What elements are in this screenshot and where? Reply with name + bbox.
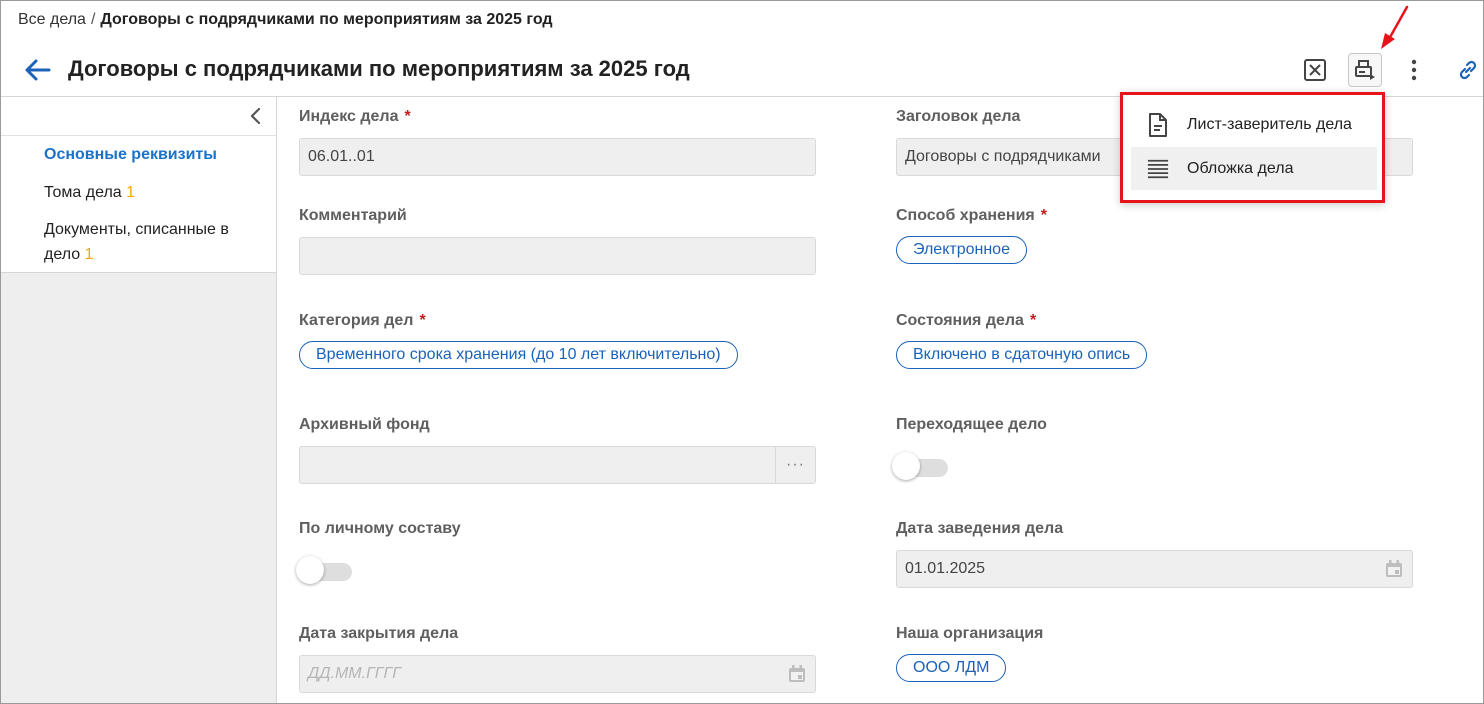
closing-date-label: Дата закрытия дела [299, 625, 459, 642]
menu-item-label: Обложка дела [1187, 159, 1294, 177]
excel-export-button[interactable] [1298, 53, 1332, 87]
personnel-toggle[interactable] [296, 554, 356, 584]
state-label-text: Состояния дела [896, 312, 1024, 329]
required-mark: * [1029, 312, 1037, 329]
sidebar-divider [1, 135, 276, 136]
required-mark: * [419, 312, 426, 329]
excel-icon [1304, 59, 1326, 81]
category-label: Категория дел * [299, 312, 426, 330]
category-label-text: Категория дел [299, 312, 414, 329]
personnel-label: По личному составу [299, 520, 461, 537]
transitional-label: Переходящее дело [896, 416, 1047, 433]
page-header: Договоры с подрядчиками по мероприятиям … [1, 41, 1483, 97]
storage-chip[interactable]: Электронное [896, 236, 1027, 264]
menu-item-label: Лист-заверитель дела [1187, 115, 1352, 133]
more-menu-button[interactable] [1397, 53, 1431, 87]
opening-date-field[interactable]: 01.01.2025 [896, 550, 1413, 588]
comment-field[interactable] [299, 237, 816, 275]
index-field[interactable]: 06.01..01 [299, 138, 816, 176]
count-badge: 1 [126, 184, 136, 201]
opening-date-value: 01.01.2025 [905, 560, 986, 577]
toggle-knob [296, 556, 324, 584]
kebab-icon [1411, 59, 1417, 81]
print-menu: Лист-заверитель дела Обложка дела [1120, 92, 1385, 203]
state-chip[interactable]: Включено в сдаточную опись [896, 341, 1148, 369]
printer-icon [1355, 60, 1375, 80]
arrow-left-icon [25, 59, 51, 81]
archive-fund-label: Архивный фонд [299, 416, 430, 433]
sidebar-item-label: Тома дела [44, 184, 122, 201]
link-icon [1459, 60, 1477, 80]
back-button[interactable] [23, 57, 51, 83]
sidebar-item-label: Документы, списанные в [44, 221, 229, 238]
menu-item-case-certifier[interactable]: Лист-заверитель дела [1131, 103, 1377, 146]
breadcrumb: Все дела / Договоры с подрядчиками по ме… [18, 11, 553, 29]
breadcrumb-current: Договоры с подрядчиками по мероприятиям … [100, 11, 553, 28]
copy-link-button[interactable] [1451, 53, 1483, 87]
archive-fund-field[interactable]: ··· [299, 446, 816, 484]
organization-chip[interactable]: ООО ЛДМ [896, 654, 1007, 682]
app-window: Все дела / Договоры с подрядчиками по ме… [0, 0, 1484, 704]
archive-fund-select-button[interactable]: ··· [775, 447, 815, 483]
closing-date-field[interactable]: ДД.ММ.ГГГГ [299, 655, 816, 693]
comment-label: Комментарий [299, 207, 407, 224]
category-chip[interactable]: Временного срока хранения (до 10 лет вкл… [299, 341, 738, 369]
sidebar-item-main-details[interactable]: Основные реквизиты [44, 142, 217, 167]
count-badge: 1 [84, 246, 94, 263]
sidebar-item-label: Основные реквизиты [44, 146, 217, 163]
document-icon [1147, 112, 1169, 138]
sidebar-item-documents[interactable]: Документы, списанные в дело 1 [44, 217, 229, 267]
required-mark: * [1040, 207, 1047, 224]
closing-date-placeholder: ДД.ММ.ГГГГ [308, 665, 401, 682]
toggle-knob [892, 452, 920, 480]
breadcrumb-all-cases-link[interactable]: Все дела [18, 11, 86, 29]
menu-item-case-cover[interactable]: Обложка дела [1131, 147, 1377, 190]
case-title-label: Заголовок дела [896, 108, 1021, 125]
storage-label-text: Способ хранения [896, 207, 1035, 224]
chevron-left-icon [250, 107, 261, 125]
calendar-icon[interactable] [1384, 559, 1404, 579]
state-label: Состояния дела * [896, 312, 1036, 330]
page-title: Договоры с подрядчиками по мероприятиям … [68, 56, 690, 81]
index-label-text: Индекс дела [299, 108, 399, 125]
collapse-sidebar-button[interactable] [246, 105, 266, 127]
sidebar: Основные реквизиты Тома дела 1 Документы… [1, 97, 277, 703]
sidebar-item-volumes[interactable]: Тома дела 1 [44, 180, 135, 205]
sidebar-item-label-cont: дело [44, 246, 81, 263]
organization-label: Наша организация [896, 625, 1044, 642]
breadcrumb-separator: / [90, 11, 96, 28]
print-button[interactable] [1348, 53, 1382, 87]
annotation-arrow [1381, 5, 1409, 49]
sidebar-nav: Основные реквизиты Тома дела 1 Документы… [1, 97, 276, 273]
opening-date-label: Дата заведения дела [896, 520, 1064, 537]
lines-icon [1147, 156, 1169, 182]
required-mark: * [404, 108, 411, 125]
calendar-icon[interactable] [787, 664, 807, 684]
transitional-toggle[interactable] [892, 450, 952, 480]
storage-label: Способ хранения * [896, 207, 1047, 225]
index-label: Индекс дела * [299, 108, 411, 126]
